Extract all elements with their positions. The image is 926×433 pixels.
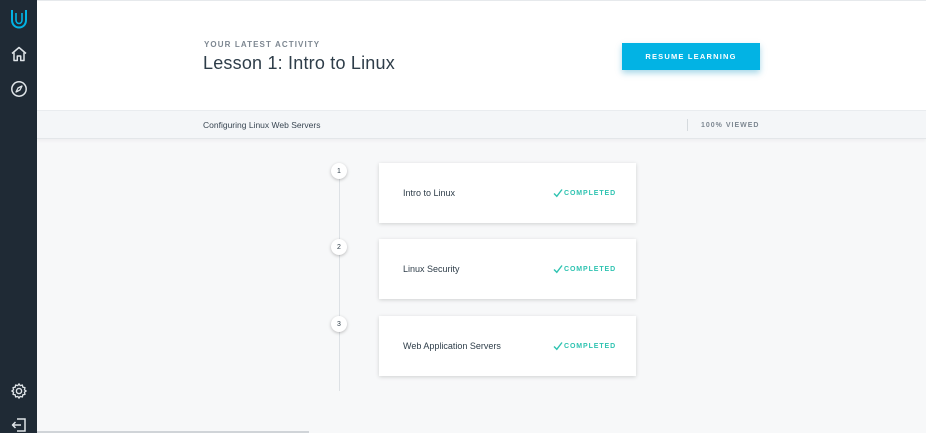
checkmark-icon <box>553 265 563 274</box>
checkmark-icon <box>553 189 563 198</box>
divider <box>687 119 688 131</box>
status-label: COMPLETED <box>564 342 617 350</box>
lesson-card-web-application-servers[interactable]: Web Application Servers COMPLETED <box>379 316 636 376</box>
activity-header: YOUR LATEST ACTIVITY Lesson 1: Intro to … <box>37 0 926 110</box>
course-name-link[interactable]: Configuring Linux Web Servers <box>203 120 321 130</box>
gear-icon[interactable] <box>0 376 37 406</box>
lesson-title-label: Web Application Servers <box>403 341 501 351</box>
sidebar <box>0 0 37 433</box>
compass-icon[interactable] <box>0 74 37 104</box>
resume-learning-button[interactable]: RESUME LEARNING <box>622 43 760 70</box>
timeline-line <box>339 175 340 391</box>
step-number: 2 <box>331 239 347 255</box>
lesson-title: Lesson 1: Intro to Linux <box>203 53 395 73</box>
lesson-title-label: Linux Security <box>403 264 460 274</box>
step-number: 3 <box>331 316 347 332</box>
completed-status: COMPLETED <box>553 341 616 351</box>
status-label: COMPLETED <box>564 189 617 197</box>
lesson-title-label: Intro to Linux <box>403 188 456 198</box>
udacity-logo-icon[interactable] <box>0 4 37 34</box>
home-icon[interactable] <box>0 39 37 69</box>
status-label: COMPLETED <box>564 265 617 273</box>
lesson-card-intro-to-linux[interactable]: Intro to Linux COMPLETED <box>379 163 636 223</box>
viewed-progress: 100% VIEWED <box>701 122 760 129</box>
lesson-card-linux-security[interactable]: Linux Security COMPLETED <box>379 239 636 299</box>
checkmark-icon <box>553 342 563 351</box>
completed-status: COMPLETED <box>553 188 616 198</box>
activity-eyebrow: YOUR LATEST ACTIVITY <box>204 40 321 49</box>
completed-status: COMPLETED <box>553 264 616 274</box>
step-number: 1 <box>331 163 347 179</box>
logout-icon[interactable] <box>0 410 37 433</box>
course-bar: Configuring Linux Web Servers 100% VIEWE… <box>37 110 926 139</box>
